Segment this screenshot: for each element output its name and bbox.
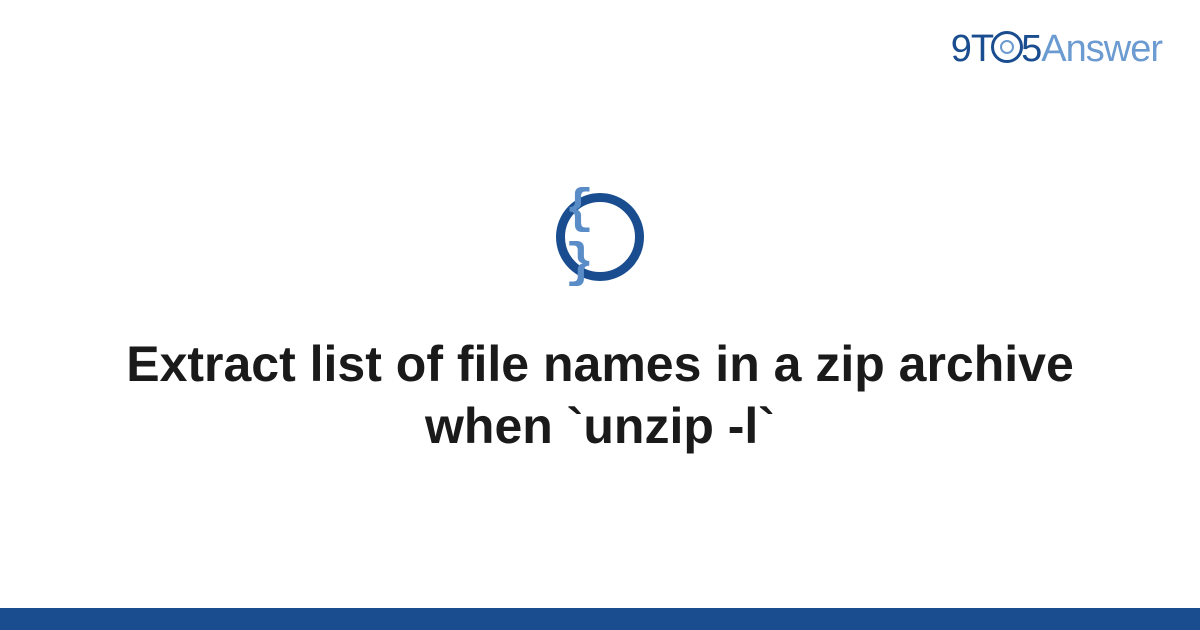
question-title: Extract list of file names in a zip arch…: [110, 333, 1090, 458]
main-content: { } Extract list of file names in a zip …: [0, 0, 1200, 630]
code-braces-icon: { }: [556, 193, 644, 281]
footer-bar: [0, 608, 1200, 630]
